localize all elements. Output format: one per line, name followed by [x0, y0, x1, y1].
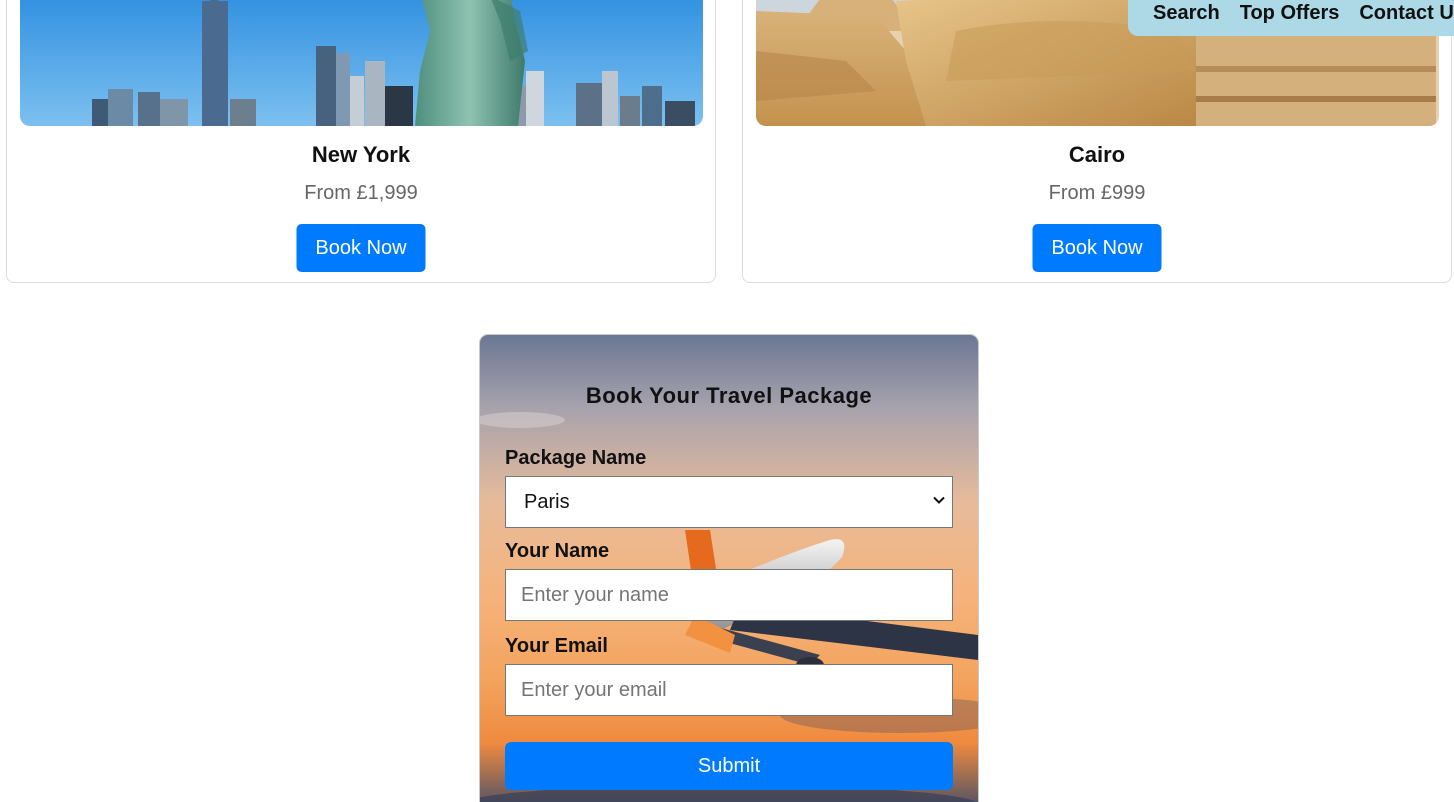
top-nav: Search Top Offers Contact Us [1128, 0, 1454, 36]
email-input[interactable] [505, 664, 953, 716]
name-input[interactable] [505, 569, 953, 621]
submit-button[interactable]: Submit [505, 742, 953, 790]
your-name-label: Your Name [505, 540, 610, 562]
nav-item-contact-us[interactable]: Contact Us [1359, 2, 1454, 25]
your-email-label: Your Email [505, 635, 608, 657]
booking-form: Book Your Travel Package Package Name Pa… [480, 335, 978, 802]
chevron-down-icon [933, 496, 945, 504]
package-selected-value: Paris [524, 490, 570, 513]
nav-item-top-offers[interactable]: Top Offers [1240, 2, 1340, 25]
book-now-button-cairo[interactable]: Book Now [1032, 224, 1162, 272]
destination-name: New York [311, 142, 411, 167]
destination-card-cairo: Cairo From £999 Book Now [742, 0, 1452, 283]
destination-price: From £999 [1048, 182, 1146, 204]
destination-card-new-york: New York From £1,999 Book Now [6, 0, 716, 283]
destination-name: Cairo [1068, 142, 1126, 167]
new-york-image [20, 0, 703, 126]
package-name-label: Package Name [505, 447, 647, 469]
form-title: Book Your Travel Package [585, 383, 873, 408]
package-name-select[interactable]: Paris [505, 476, 953, 528]
book-now-button-new-york[interactable]: Book Now [296, 224, 426, 272]
nav-item-search[interactable]: Search [1153, 2, 1220, 25]
destination-price: From £1,999 [304, 182, 418, 204]
